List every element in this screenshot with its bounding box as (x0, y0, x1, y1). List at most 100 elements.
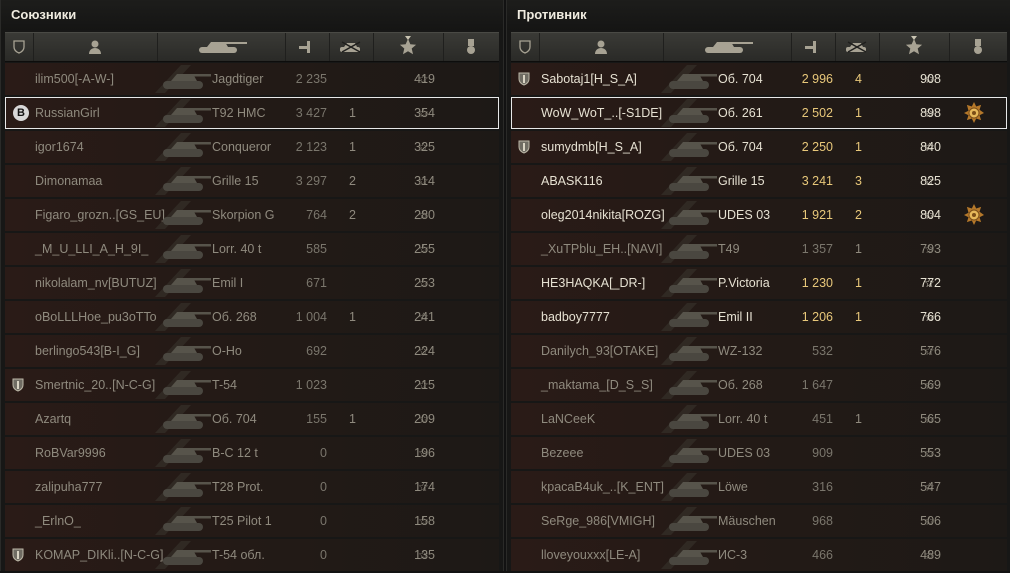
tank-icon (661, 65, 719, 93)
kills-value (349, 437, 365, 469)
player-row[interactable]: B RussianGirl T92 HMC 3 427 1 354 ☆ (5, 97, 499, 129)
player-row[interactable]: LaNCeeK Lorr. 40 t 451 1 565 ☆ (511, 403, 1007, 435)
vehicle-name: Об. 704 (718, 140, 763, 154)
star-icon: ☆ (418, 174, 429, 188)
tank-icon (661, 167, 719, 195)
vehicle-name: Löwe (718, 480, 748, 494)
player-row[interactable]: KOMAP_DIKli..[N-C-G] T-54 обл. 0 135 ☆ (5, 539, 499, 571)
shield-icon[interactable] (511, 33, 540, 61)
damage-value: 2 996 (801, 72, 833, 86)
player-row[interactable]: oleg2014nikita[ROZG] UDES 03 1 921 2 804… (511, 199, 1007, 231)
enemies-list: Sabotaj1[H_S_A] Об. 704 2 996 4 908 ☆ Wo… (511, 63, 1007, 573)
kills-value (855, 437, 871, 469)
shield-icon (517, 140, 531, 154)
star-icon: ☆ (924, 344, 935, 358)
player-row[interactable]: ilim500[-A-W-] Jagdtiger 2 235 419 ☆ (5, 63, 499, 95)
shield-icon (11, 378, 25, 392)
damage-value: 532 (812, 344, 833, 358)
battle-results-screen: Союзники ilim500[-A-W-] Jagdtiger 2 235 … (0, 0, 1010, 571)
star-icon: ☆ (418, 140, 429, 154)
destroyed-icon[interactable] (329, 33, 374, 61)
player-row[interactable]: _XuTPblu_EH..[NAVI] T49 1 357 1 793 ☆ (511, 233, 1007, 265)
star-icon: ☆ (418, 310, 429, 324)
medal-icon[interactable] (949, 33, 1007, 61)
player-nickname: RussianGirl (35, 106, 100, 120)
vehicle-name: T-54 (212, 378, 238, 392)
enemies-panel: Противник Sabotaj1[H_S_A] Об. 704 2 996 … (506, 0, 1010, 571)
medal-icon (963, 102, 985, 124)
kills-value: 1 (349, 106, 356, 120)
vehicle-name: Grille 15 (212, 174, 259, 188)
damage-icon[interactable] (285, 33, 330, 61)
tank-icon (661, 303, 719, 331)
player-row[interactable]: WoW_WoT_..[-S1DE] Об. 261 2 502 1 898 ☆ (511, 97, 1007, 129)
kills-value (855, 335, 871, 367)
player-nickname: RoBVar9996 (35, 446, 106, 460)
shield-icon[interactable] (5, 33, 34, 61)
star-icon[interactable] (373, 33, 444, 61)
damage-icon[interactable] (791, 33, 836, 61)
destroyed-icon[interactable] (835, 33, 880, 61)
player-row[interactable]: HE3HAQKA[_DR-] P.Victoria 1 230 1 772 ☆ (511, 267, 1007, 299)
player-row[interactable]: Bezeee UDES 03 909 553 ☆ (511, 437, 1007, 469)
player-row[interactable]: RoBVar9996 B-C 12 t 0 196 ☆ (5, 437, 499, 469)
star-icon: ☆ (924, 514, 935, 528)
player-nickname: Azartq (35, 412, 72, 426)
player-icon[interactable] (33, 33, 158, 61)
player-row[interactable]: badboy7777 Emil II 1 206 1 766 ☆ (511, 301, 1007, 333)
player-nickname: HE3HAQKA[_DR-] (541, 276, 646, 290)
player-row[interactable]: zalipuha777 T28 Prot. 0 174 ☆ (5, 471, 499, 503)
player-row[interactable]: lloveyouxxx[LE-A] ИС-3 466 489 ☆ (511, 539, 1007, 571)
vehicle-name: B-C 12 t (212, 446, 258, 460)
damage-value: 451 (812, 412, 833, 426)
player-row[interactable]: nikolalam_nv[BUTUZ] Emil I 671 253 ☆ (5, 267, 499, 299)
player-row[interactable]: Danilych_93[OTAKE] WZ-132 532 576 ☆ (511, 335, 1007, 367)
kills-value (855, 505, 871, 537)
kills-value (349, 539, 365, 571)
player-row[interactable]: _maktama_[D_S_S] Об. 268 1 647 569 ☆ (511, 369, 1007, 401)
player-row[interactable]: _M_U_LLI_A_H_9I_ Lorr. 40 t 585 255 ☆ (5, 233, 499, 265)
vehicle-name: T92 HMC (212, 106, 266, 120)
player-row[interactable]: kpacaB4uk_..[K_ENT] Löwe 316 547 ☆ (511, 471, 1007, 503)
player-row[interactable]: berlingo543[B-I_G] O-Ho 692 224 ☆ (5, 335, 499, 367)
damage-value: 0 (320, 480, 327, 494)
enemies-column-header (511, 32, 1007, 62)
damage-value: 2 123 (295, 140, 327, 154)
player-row[interactable]: ABASK116 Grille 15 3 241 3 825 ☆ (511, 165, 1007, 197)
vehicle-name: T28 Prot. (212, 480, 264, 494)
tank-icon[interactable] (663, 33, 792, 61)
player-nickname: _maktama_[D_S_S] (541, 378, 653, 392)
player-row[interactable]: Figaro_grozn..[GS_EU] Skorpion G 764 2 2… (5, 199, 499, 231)
kills-value: 1 (349, 412, 356, 426)
vehicle-name: O-Ho (212, 344, 242, 358)
tank-icon (155, 337, 213, 365)
tank-icon[interactable] (157, 33, 286, 61)
player-row[interactable]: Dimonamaa Grille 15 3 297 2 314 ☆ (5, 165, 499, 197)
damage-value: 1 004 (295, 310, 327, 324)
player-row[interactable]: Sabotaj1[H_S_A] Об. 704 2 996 4 908 ☆ (511, 63, 1007, 95)
vehicle-name: P.Victoria (718, 276, 770, 290)
player-row[interactable]: _ErlnO_ T25 Pilot 1 0 158 ☆ (5, 505, 499, 537)
star-icon: ☆ (418, 344, 429, 358)
player-row[interactable]: SeRge_986[VMIGH] Mäuschen 968 506 ☆ (511, 505, 1007, 537)
medal-icon[interactable] (443, 33, 499, 61)
player-row[interactable]: Smertnic_20..[N-C-G] T-54 1 023 215 ☆ (5, 369, 499, 401)
star-icon[interactable] (879, 33, 950, 61)
damage-value: 2 502 (801, 106, 833, 120)
tank-icon (155, 371, 213, 399)
player-nickname: lloveyouxxx[LE-A] (541, 548, 641, 562)
tank-icon (661, 473, 719, 501)
player-nickname: KOMAP_DIKli..[N-C-G] (35, 548, 164, 562)
kills-value (349, 471, 365, 503)
player-row[interactable]: Azartq Об. 704 155 1 209 ☆ (5, 403, 499, 435)
player-row[interactable]: igor1674 Conqueror 2 123 1 325 ☆ (5, 131, 499, 163)
player-row[interactable]: sumydmb[H_S_A] Об. 704 2 250 1 840 ☆ (511, 131, 1007, 163)
kills-value: 1 (855, 242, 862, 256)
player-icon[interactable] (539, 33, 664, 61)
tank-icon (661, 201, 719, 229)
star-icon: ☆ (418, 514, 429, 528)
player-nickname: sumydmb[H_S_A] (541, 140, 642, 154)
player-row[interactable]: oBoLLLHoe_pu3oTTo Об. 268 1 004 1 241 ☆ (5, 301, 499, 333)
damage-value: 1 921 (801, 208, 833, 222)
player-nickname: ABASK116 (541, 174, 603, 188)
